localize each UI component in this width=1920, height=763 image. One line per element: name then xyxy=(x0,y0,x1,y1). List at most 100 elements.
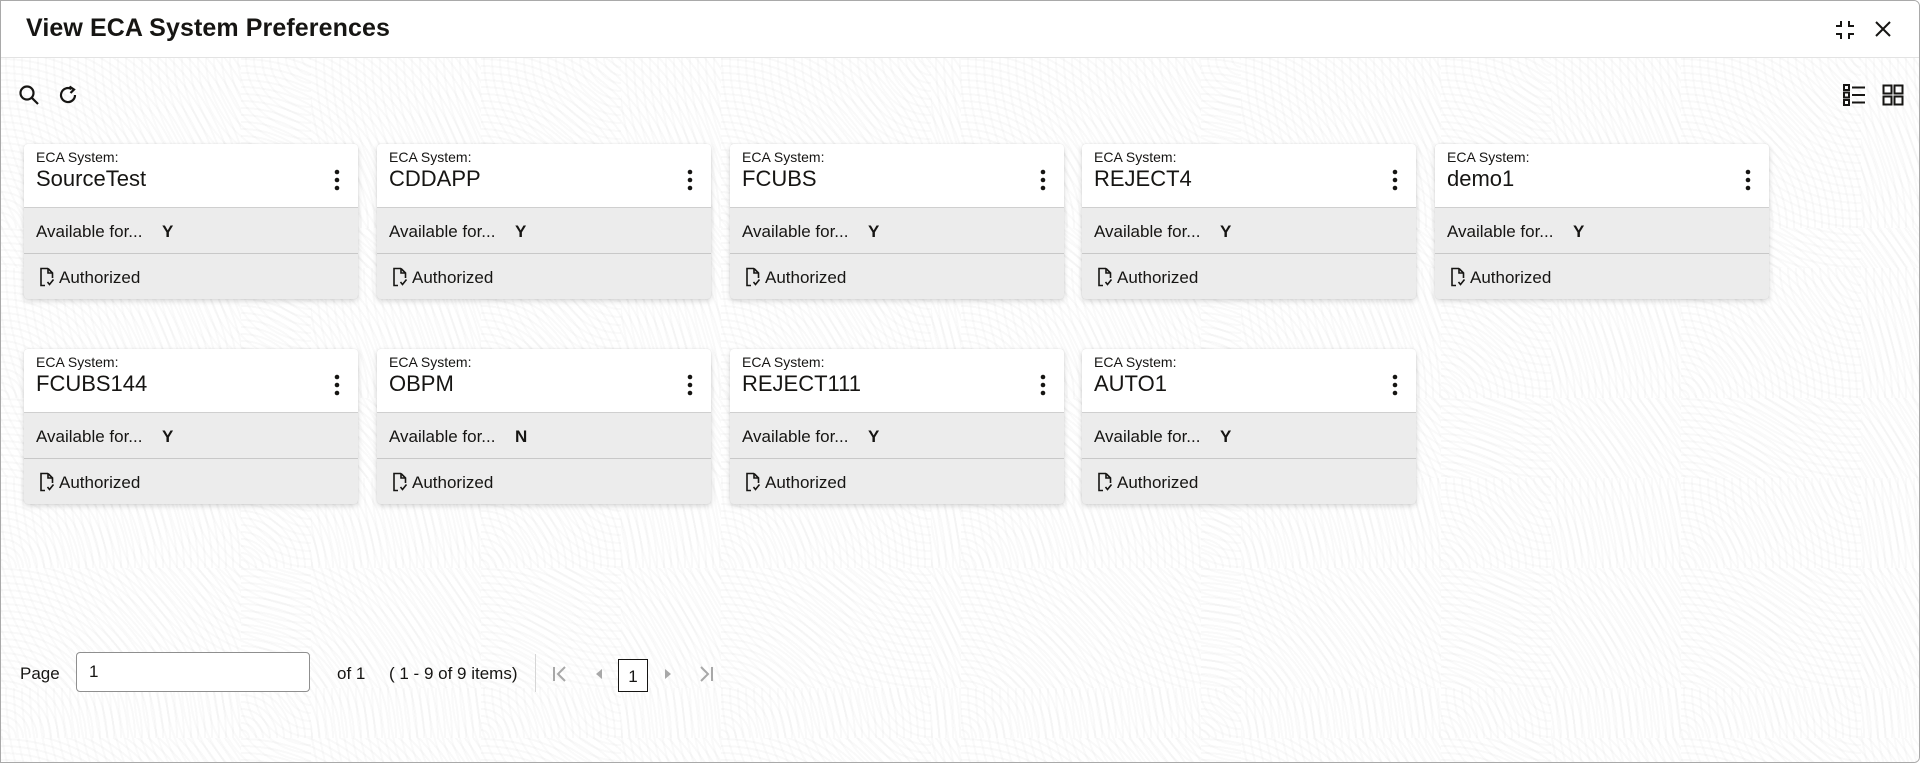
first-page-button[interactable] xyxy=(552,664,568,684)
card-header: ECA System: FCUBS xyxy=(730,144,1064,208)
card-actions-button[interactable] xyxy=(1036,373,1050,397)
status-row: Authorized xyxy=(730,459,1064,504)
availability-row: Available for... Y xyxy=(730,413,1064,459)
more-options-icon xyxy=(687,374,693,396)
authorized-document-icon xyxy=(745,267,761,287)
eca-system-card[interactable]: ECA System: AUTO1 Available for... Y Aut… xyxy=(1082,349,1416,504)
authorized-document-icon xyxy=(39,472,55,492)
status-row: Authorized xyxy=(377,254,711,299)
card-actions-button[interactable] xyxy=(330,373,344,397)
card-actions-button[interactable] xyxy=(683,373,697,397)
availability-label: Available for... xyxy=(742,427,849,446)
title-bar: View ECA System Preferences xyxy=(1,1,1919,58)
card-actions-button[interactable] xyxy=(330,168,344,192)
availability-row: Available for... Y xyxy=(730,208,1064,254)
eca-system-name: REJECT111 xyxy=(742,371,862,396)
card-header: ECA System: CDDAPP xyxy=(377,144,711,208)
eca-system-card[interactable]: ECA System: REJECT4 Available for... Y A… xyxy=(1082,144,1416,299)
authorized-document-icon xyxy=(1097,472,1113,492)
availability-value: Y xyxy=(1220,222,1232,241)
card-field-label: ECA System: xyxy=(389,149,472,165)
card-actions-button[interactable] xyxy=(1741,168,1755,192)
eca-system-card[interactable]: ECA System: OBPM Available for... N Auth… xyxy=(377,349,711,504)
search-icon xyxy=(19,85,39,105)
current-page-button[interactable]: 1 xyxy=(618,659,648,692)
card-header: ECA System: REJECT4 xyxy=(1082,144,1416,208)
status-text: Authorized xyxy=(59,268,141,287)
more-options-icon xyxy=(1040,169,1046,191)
card-field-label: ECA System: xyxy=(36,354,119,370)
eca-system-card[interactable]: ECA System: FCUBS Available for... Y Aut… xyxy=(730,144,1064,299)
availability-label: Available for... xyxy=(36,427,143,446)
eca-system-name: AUTO1 xyxy=(1094,371,1167,396)
close-button[interactable] xyxy=(1874,20,1892,38)
more-options-icon xyxy=(1392,374,1398,396)
content-area: ECA System: SourceTest Available for... … xyxy=(1,58,1919,762)
dialog-window: View ECA System Preferences ECA System: … xyxy=(0,0,1920,763)
card-field-label: ECA System: xyxy=(36,149,119,165)
availability-value: Y xyxy=(868,222,880,241)
eca-system-name: FCUBS144 xyxy=(36,371,148,396)
list-view-icon xyxy=(1843,84,1865,106)
next-page-icon xyxy=(665,669,671,679)
status-row: Authorized xyxy=(730,254,1064,299)
status-text: Authorized xyxy=(1117,268,1199,287)
status-row: Authorized xyxy=(24,459,358,504)
availability-value: Y xyxy=(162,427,174,446)
pagination: Page of 1 ( 1 - 9 of 9 items) 1 xyxy=(1,595,901,692)
availability-label: Available for... xyxy=(1094,427,1201,446)
availability-label: Available for... xyxy=(742,222,849,241)
card-actions-button[interactable] xyxy=(1036,168,1050,192)
eca-system-name: FCUBS xyxy=(742,166,817,191)
card-header: ECA System: AUTO1 xyxy=(1082,349,1416,413)
more-options-icon xyxy=(1040,374,1046,396)
page-count-label: of 1 xyxy=(337,664,366,683)
eca-system-card[interactable]: ECA System: CDDAPP Available for... Y Au… xyxy=(377,144,711,299)
eca-system-name: CDDAPP xyxy=(389,166,481,191)
availability-label: Available for... xyxy=(389,427,496,446)
card-field-label: ECA System: xyxy=(742,354,825,370)
status-row: Authorized xyxy=(1435,254,1769,299)
last-page-button[interactable] xyxy=(698,664,714,684)
eca-system-name: demo1 xyxy=(1447,166,1515,191)
availability-value: Y xyxy=(162,222,174,241)
grid-view-icon xyxy=(1882,84,1904,106)
authorized-document-icon xyxy=(745,472,761,492)
card-header: ECA System: demo1 xyxy=(1435,144,1769,208)
collapse-icon xyxy=(1836,21,1854,39)
close-icon xyxy=(1875,21,1891,37)
availability-row: Available for... Y xyxy=(24,413,358,459)
card-actions-button[interactable] xyxy=(683,168,697,192)
search-button[interactable] xyxy=(18,84,40,106)
eca-system-card[interactable]: ECA System: demo1 Available for... Y Aut… xyxy=(1435,144,1769,299)
card-header: ECA System: OBPM xyxy=(377,349,711,413)
availability-label: Available for... xyxy=(1094,222,1201,241)
card-actions-button[interactable] xyxy=(1388,168,1402,192)
availability-label: Available for... xyxy=(36,222,143,241)
availability-row: Available for... Y xyxy=(24,208,358,254)
grid-view-button[interactable] xyxy=(1882,84,1904,106)
eca-system-card[interactable]: ECA System: REJECT111 Available for... Y… xyxy=(730,349,1064,504)
availability-row: Available for... Y xyxy=(1435,208,1769,254)
authorized-document-icon xyxy=(392,267,408,287)
eca-system-card[interactable]: ECA System: SourceTest Available for... … xyxy=(24,144,358,299)
next-page-button[interactable] xyxy=(662,664,674,684)
availability-label: Available for... xyxy=(1447,222,1554,241)
availability-value: N xyxy=(515,427,528,446)
items-range-label: ( 1 - 9 of 9 items) xyxy=(389,664,518,683)
availability-value: Y xyxy=(1573,222,1585,241)
list-view-button[interactable] xyxy=(1843,84,1866,106)
page-label: Page xyxy=(20,664,60,683)
refresh-button[interactable] xyxy=(57,84,79,106)
collapse-button[interactable] xyxy=(1833,18,1857,42)
previous-page-button[interactable] xyxy=(593,664,605,684)
card-actions-button[interactable] xyxy=(1388,373,1402,397)
authorized-document-icon xyxy=(1097,267,1113,287)
previous-page-icon xyxy=(596,669,602,679)
card-header: ECA System: FCUBS144 xyxy=(24,349,358,413)
availability-row: Available for... N xyxy=(377,413,711,459)
status-row: Authorized xyxy=(24,254,358,299)
eca-system-card[interactable]: ECA System: FCUBS144 Available for... Y … xyxy=(24,349,358,504)
page-input[interactable] xyxy=(76,652,310,692)
availability-value: Y xyxy=(868,427,880,446)
